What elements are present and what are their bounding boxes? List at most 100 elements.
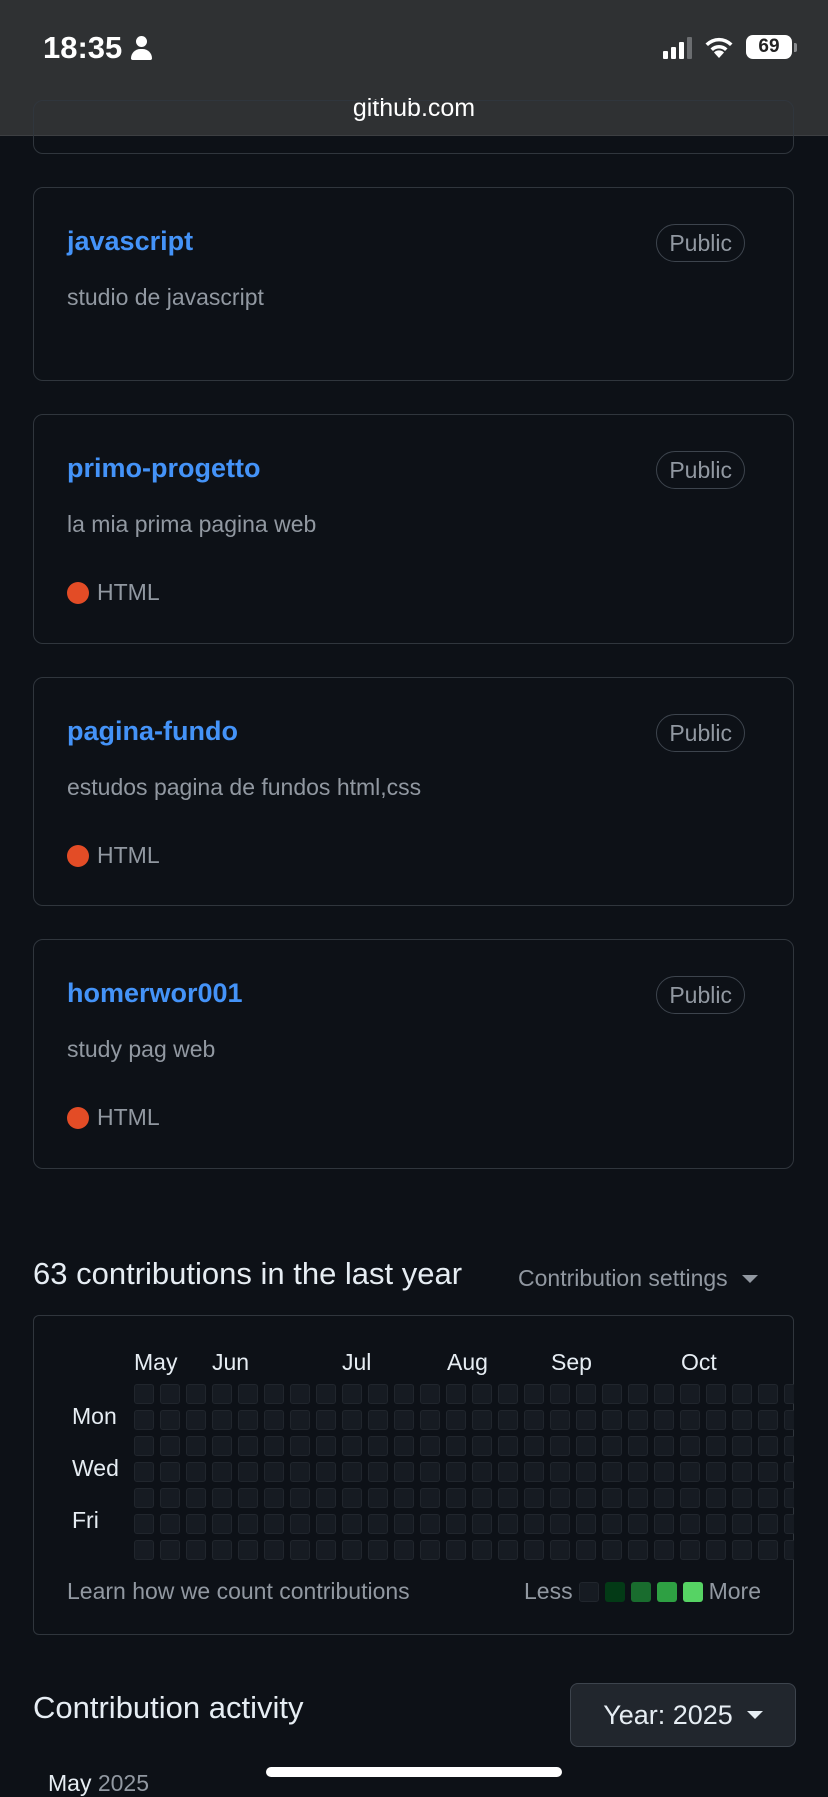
contribution-cell [758,1384,778,1404]
contribution-cell [524,1514,544,1534]
contribution-cell [134,1540,154,1560]
contribution-cell [758,1514,778,1534]
contribution-cell [368,1514,388,1534]
cellular-signal-icon [663,35,692,59]
contribution-cell [420,1462,440,1482]
contribution-cell [160,1410,180,1430]
contribution-cell [758,1488,778,1508]
contribution-cell [342,1462,362,1482]
contribution-cell [784,1514,794,1534]
contribution-cell [602,1462,622,1482]
contribution-cell [576,1384,596,1404]
contribution-cell [394,1410,414,1430]
contribution-cell [342,1436,362,1456]
month-label: Jul [342,1349,372,1375]
repo-name-link[interactable]: javascript [67,226,193,257]
contribution-cell [160,1540,180,1560]
contribution-cell [732,1410,752,1430]
contribution-cell [602,1540,622,1560]
contribution-cell [186,1488,206,1508]
contribution-cell [368,1488,388,1508]
repo-description: estudos pagina de fundos html,css [67,774,422,800]
contribution-cell [446,1540,466,1560]
language-color-dot [67,844,89,867]
contribution-cell [732,1540,752,1560]
activity-month: May [48,1770,92,1796]
status-icons: 69 [663,34,797,60]
contribution-cell [186,1436,206,1456]
contribution-cell [290,1436,310,1456]
contribution-cell [186,1410,206,1430]
contribution-cell [732,1436,752,1456]
year-select-label: Year: 2025 [603,1699,733,1730]
language-label: HTML [97,1104,160,1130]
caret-down-icon [741,1274,758,1283]
contribution-cell [160,1384,180,1404]
contribution-cell [264,1384,284,1404]
contribution-cell [758,1540,778,1560]
legend-swatch [682,1581,703,1602]
contribution-cell [784,1488,794,1508]
contribution-cell [524,1488,544,1508]
contribution-cell [316,1384,336,1404]
contribution-cell [628,1488,648,1508]
contribution-cell [628,1462,648,1482]
contribution-cell [550,1384,570,1404]
contribution-cell [316,1462,336,1482]
contribution-cell [212,1540,232,1560]
activity-month-year: 2025 [97,1770,150,1796]
contribution-cell [680,1514,700,1534]
contribution-legend: Less More [524,1578,761,1605]
visibility-badge: Public [656,451,745,489]
contribution-cell [290,1410,310,1430]
contribution-cell [472,1436,492,1456]
contribution-cell [134,1436,154,1456]
contribution-cell [264,1540,284,1560]
contribution-cell [784,1462,794,1482]
contribution-cell [160,1488,180,1508]
contribution-cell [706,1462,726,1482]
repo-name-link[interactable]: pagina-fundo [67,716,238,747]
repo-name-link[interactable]: homerwor001 [67,978,243,1009]
language-color-dot [67,1106,89,1129]
contribution-cell [732,1488,752,1508]
month-label: Aug [447,1349,488,1375]
month-label: Sep [551,1349,592,1375]
contribution-cell [420,1514,440,1534]
contributions-heading: 63 contributions in the last year [33,1256,463,1291]
legend-more-label: More [708,1578,761,1604]
contribution-settings-dropdown[interactable]: Contribution settings [518,1265,758,1292]
month-label: Jun [212,1349,250,1375]
contribution-graph: May Jun Jul Aug Sep Oct Mon Wed Fri Lear… [33,1315,794,1635]
contribution-cell [524,1384,544,1404]
contribution-cell [342,1514,362,1534]
repo-name-link[interactable]: primo-progetto [67,453,260,484]
contribution-cell [524,1410,544,1430]
contribution-cell [212,1488,232,1508]
contribution-cell [524,1436,544,1456]
contribution-cell [732,1462,752,1482]
learn-contributions-link[interactable]: Learn how we count contributions [67,1578,410,1605]
repo-language: HTML [67,842,160,869]
contribution-cell [342,1540,362,1560]
contribution-cell [498,1462,518,1482]
contribution-cell [420,1540,440,1560]
contribution-cell [680,1488,700,1508]
contribution-cell [238,1540,258,1560]
contribution-cell [316,1514,336,1534]
contribution-cell [654,1410,674,1430]
visibility-badge: Public [656,224,745,262]
contribution-cell [238,1514,258,1534]
contribution-cell [628,1410,648,1430]
contribution-cell [680,1540,700,1560]
contribution-cell [550,1514,570,1534]
contribution-cell [498,1410,518,1430]
year-select-button[interactable]: Year: 2025 [570,1683,796,1747]
contribution-cell [680,1436,700,1456]
contribution-cell [264,1488,284,1508]
language-label: HTML [97,579,160,605]
contribution-cell [628,1514,648,1534]
contribution-cell [342,1488,362,1508]
contribution-cell [498,1436,518,1456]
contribution-cell [264,1436,284,1456]
